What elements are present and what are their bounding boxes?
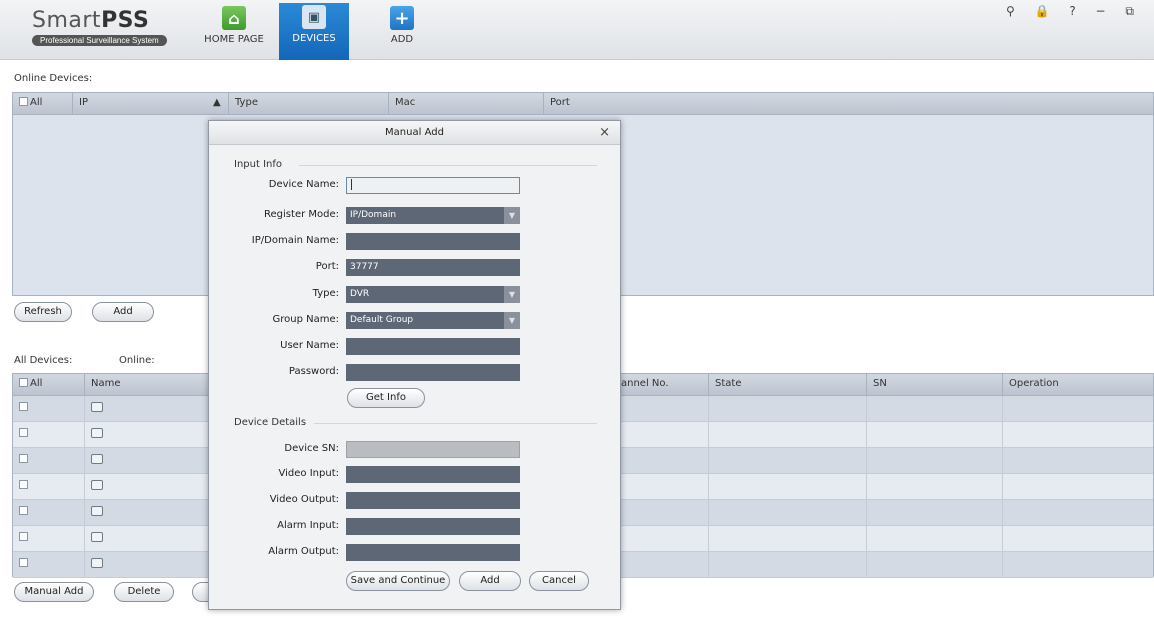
alarm-output-field[interactable] xyxy=(346,544,520,561)
nav-devices-label: DEVICES xyxy=(292,33,336,44)
online-count-label: Online: xyxy=(119,355,155,366)
ip-domain-label: IP/Domain Name: xyxy=(251,235,339,246)
cancel-button[interactable]: Cancel xyxy=(529,571,589,591)
device-icon xyxy=(91,558,103,568)
row-checkbox[interactable] xyxy=(19,480,28,489)
text-caret xyxy=(351,179,352,190)
col-sn[interactable]: SN xyxy=(867,374,1003,395)
row-checkbox[interactable] xyxy=(19,506,28,515)
port-label: Port: xyxy=(315,261,339,272)
input-info-heading: Input Info xyxy=(234,159,282,170)
device-sn-label: Device SN: xyxy=(284,443,339,454)
group-name-label: Group Name: xyxy=(272,314,340,325)
nav-add[interactable]: + ADD xyxy=(367,4,437,58)
alarm-input-field[interactable] xyxy=(346,518,520,535)
device-icon xyxy=(91,480,103,490)
col-type[interactable]: Type xyxy=(229,93,389,114)
close-icon[interactable]: × xyxy=(599,121,610,145)
dropdown-arrow-icon[interactable]: ▼ xyxy=(504,207,520,224)
top-bar: SmartPSS Professional Surveillance Syste… xyxy=(0,0,1154,60)
divider xyxy=(299,165,597,166)
select-all-checkbox[interactable] xyxy=(19,97,28,106)
row-checkbox[interactable] xyxy=(19,402,28,411)
manual-add-dialog: Manual Add × Input Info Device Name: Reg… xyxy=(208,120,621,610)
add-button[interactable]: Add xyxy=(459,571,521,591)
video-input-field[interactable] xyxy=(346,466,520,483)
col-state[interactable]: State xyxy=(709,374,867,395)
video-input-label: Video Input: xyxy=(278,468,339,479)
device-icon xyxy=(91,428,103,438)
row-checkbox[interactable] xyxy=(19,454,28,463)
brand-title: SmartPSS xyxy=(32,8,150,33)
device-icon xyxy=(91,454,103,464)
type-label: Type: xyxy=(312,288,339,299)
manual-add-button[interactable]: Manual Add xyxy=(14,582,94,602)
dialog-title-bar: Manual Add × xyxy=(209,121,620,145)
all-devices-title: All Devices: xyxy=(14,355,73,366)
user-name-label: User Name: xyxy=(280,340,339,351)
brand-subtitle: Professional Surveillance System xyxy=(32,35,167,46)
col-mac[interactable]: Mac xyxy=(389,93,544,114)
device-name-label: Device Name: xyxy=(268,179,339,190)
password-input[interactable] xyxy=(346,364,520,381)
alarm-input-label: Alarm Input: xyxy=(277,520,339,531)
port-input[interactable]: 37777 xyxy=(346,259,520,276)
row-checkbox[interactable] xyxy=(19,532,28,541)
col-all[interactable]: All xyxy=(13,93,73,114)
nav-home-label: HOME PAGE xyxy=(204,34,264,45)
alarm-output-label: Alarm Output: xyxy=(268,546,339,557)
col-port[interactable]: Port xyxy=(544,93,1153,114)
nav-home-page[interactable]: ⌂ HOME PAGE xyxy=(199,4,269,58)
add-online-button[interactable]: Add xyxy=(92,302,154,322)
row-checkbox[interactable] xyxy=(19,558,28,567)
nav-devices[interactable]: ▣ DEVICES xyxy=(279,3,349,60)
col-ip[interactable]: IP xyxy=(73,93,211,114)
device-name-input[interactable] xyxy=(346,177,520,194)
device-icon xyxy=(91,402,103,412)
device-sn-input xyxy=(346,441,520,458)
type-select[interactable]: DVR ▼ xyxy=(346,286,520,303)
col-operation[interactable]: Operation xyxy=(1003,374,1153,395)
sort-ascending-icon[interactable]: ▲ xyxy=(211,93,229,114)
dropdown-arrow-icon[interactable]: ▼ xyxy=(504,286,520,303)
add-icon: + xyxy=(390,6,414,30)
dropdown-arrow-icon[interactable]: ▼ xyxy=(504,312,520,329)
dialog-title: Manual Add xyxy=(385,127,444,138)
col-channel-no[interactable]: annel No. xyxy=(619,374,709,395)
get-info-button[interactable]: Get Info xyxy=(347,388,425,408)
device-icon xyxy=(91,532,103,542)
password-label: Password: xyxy=(288,366,339,377)
save-and-continue-button[interactable]: Save and Continue xyxy=(346,571,450,591)
type-value: DVR xyxy=(350,289,370,299)
col-all[interactable]: All xyxy=(13,374,85,395)
select-all-checkbox[interactable] xyxy=(19,378,28,387)
refresh-button[interactable]: Refresh xyxy=(14,302,72,322)
row-checkbox[interactable] xyxy=(19,428,28,437)
app-logo: SmartPSS Professional Surveillance Syste… xyxy=(32,8,167,46)
video-output-field[interactable] xyxy=(346,492,520,509)
group-name-select[interactable]: Default Group ▼ xyxy=(346,312,520,329)
register-mode-label: Register Mode: xyxy=(264,209,339,220)
nav-add-label: ADD xyxy=(390,34,414,45)
device-icon xyxy=(91,506,103,516)
device-details-heading: Device Details xyxy=(234,417,307,428)
divider xyxy=(314,423,597,424)
delete-button[interactable]: Delete xyxy=(114,582,174,602)
home-icon: ⌂ xyxy=(222,6,246,30)
ip-domain-input[interactable] xyxy=(346,233,520,250)
window-controls[interactable]: ⚲ 🔒 ? − ⧉ xyxy=(1006,4,1142,19)
online-devices-title: Online Devices: xyxy=(14,73,93,84)
online-table-header: All IP ▲ Type Mac Port xyxy=(13,93,1153,115)
devices-icon: ▣ xyxy=(302,5,326,29)
register-mode-value: IP/Domain xyxy=(350,210,397,220)
group-name-value: Default Group xyxy=(350,315,414,325)
user-name-input[interactable] xyxy=(346,338,520,355)
video-output-label: Video Output: xyxy=(269,494,339,505)
register-mode-select[interactable]: IP/Domain ▼ xyxy=(346,207,520,224)
